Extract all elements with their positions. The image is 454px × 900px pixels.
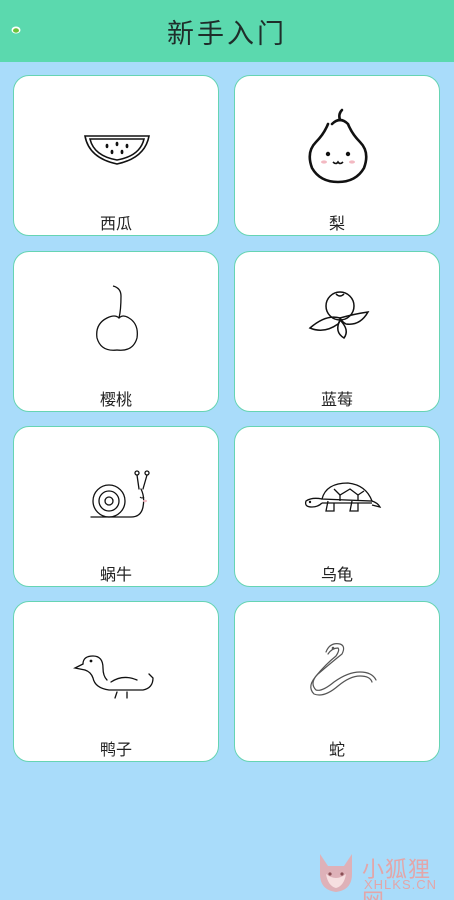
card-watermelon[interactable]: 西瓜 (13, 75, 219, 236)
blueberry-icon (308, 291, 370, 339)
app-logo-icon (11, 26, 21, 34)
card-blueberry[interactable]: 蓝莓 (234, 251, 440, 412)
watermark-cn: 小狐狸网 (362, 858, 432, 900)
card-snail[interactable]: 蜗牛 (13, 426, 219, 587)
site-watermark: 小狐狸网 XHLKS.CN (314, 850, 450, 900)
card-label: 蛇 (328, 740, 345, 759)
card-label: 樱桃 (99, 390, 132, 409)
turtle-icon (304, 482, 382, 512)
duck-icon (73, 655, 154, 699)
card-label: 鸭子 (99, 740, 132, 759)
pear-icon (308, 108, 368, 184)
card-label: 梨 (328, 214, 345, 233)
card-label: 蜗牛 (99, 565, 132, 584)
fox-logo-icon (320, 854, 352, 892)
watermark-en: XHLKS.CN (364, 877, 438, 892)
app-header: 新手入门 (0, 0, 454, 62)
card-duck[interactable]: 鸭子 (13, 601, 219, 762)
snake-icon (310, 643, 377, 696)
card-label: 西瓜 (99, 214, 132, 233)
card-label: 乌龟 (320, 565, 353, 584)
card-snake[interactable]: 蛇 (234, 601, 440, 762)
card-pear[interactable]: 梨 (234, 75, 440, 236)
snail-icon (90, 470, 150, 518)
page-title: 新手入门 (167, 18, 287, 50)
card-turtle[interactable]: 乌龟 (234, 426, 440, 587)
cherry-icon (96, 285, 138, 351)
watermelon-icon (84, 135, 150, 165)
card-label: 蓝莓 (320, 390, 353, 409)
card-cherry[interactable]: 樱桃 (13, 251, 219, 412)
